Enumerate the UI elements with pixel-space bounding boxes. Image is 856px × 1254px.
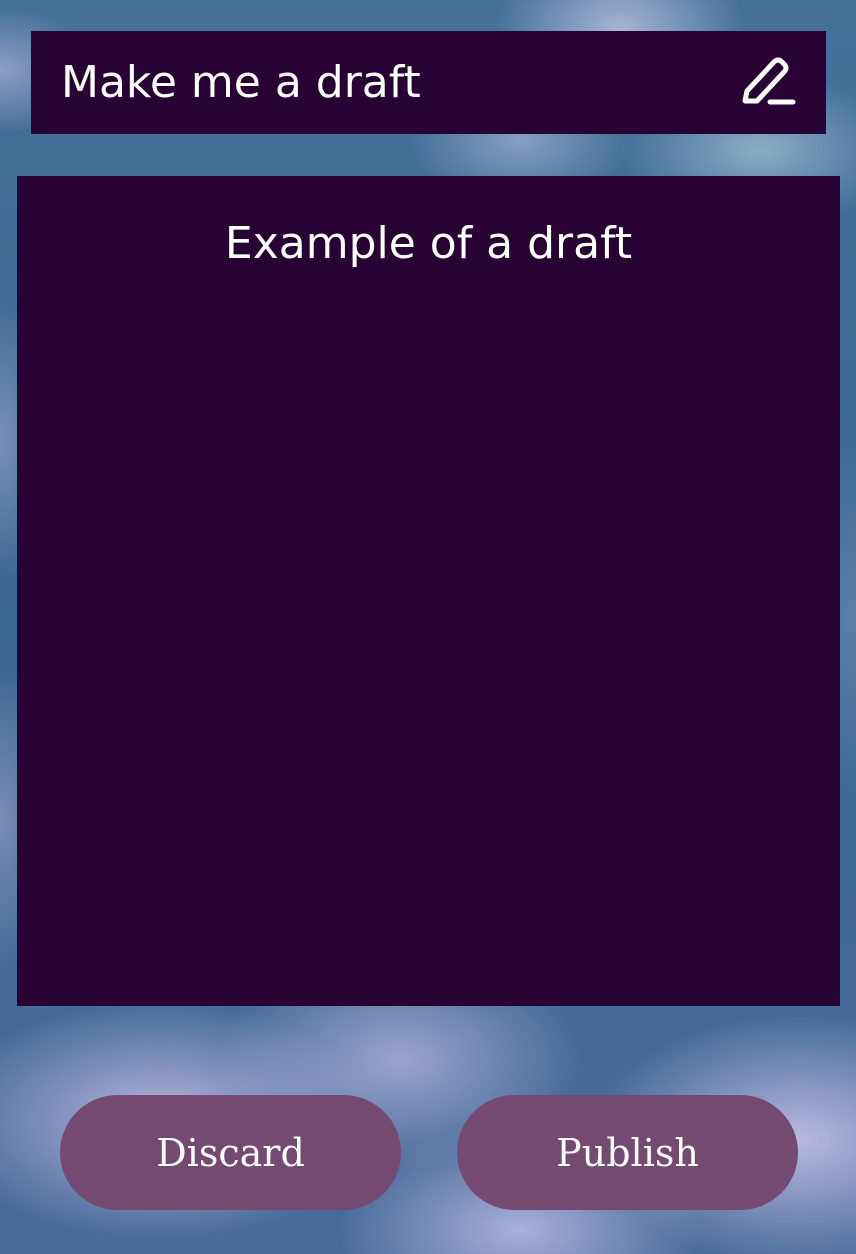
draft-content-area[interactable]: Example of a draft — [17, 176, 840, 1006]
edit-title-button[interactable] — [736, 53, 796, 113]
pencil-icon — [742, 57, 796, 104]
draft-title: Example of a draft — [224, 218, 633, 269]
title-bar: Make me a draft — [31, 31, 826, 134]
page-title: Make me a draft — [61, 56, 421, 108]
publish-button[interactable]: Publish — [457, 1095, 798, 1210]
discard-button[interactable]: Discard — [60, 1095, 401, 1210]
